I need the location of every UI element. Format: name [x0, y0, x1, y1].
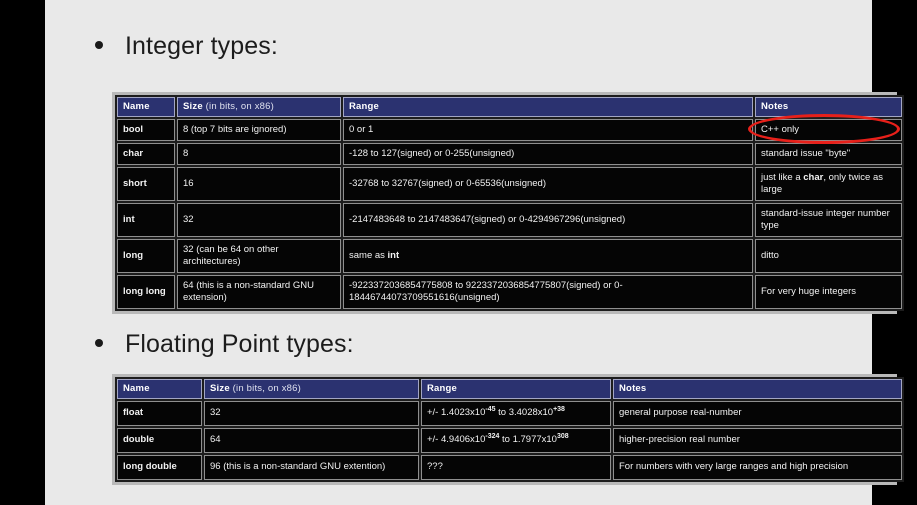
flt-row0-range-lead: +/- 1.4023x10: [427, 407, 486, 419]
floating-point-types-table: Name Size (in bits, on x86) Range Notes …: [112, 374, 904, 485]
flt-row1-notes: higher-precision real number: [613, 427, 902, 453]
flt-row2-notes: For numbers with very large ranges and h…: [613, 454, 902, 480]
slide-canvas: Integer types: Name Size (in bits, on x8…: [45, 0, 904, 505]
flt-row1-range: +/- 4.9406x10-324 to 1.7977x10308: [421, 427, 611, 453]
flt-row1-name: double: [117, 427, 202, 453]
flt-row0-range-mid: to 3.4028x10: [495, 407, 554, 419]
bullet-floating-label: Floating Point types:: [125, 330, 354, 358]
int-row2-notes-bold: char: [803, 172, 824, 183]
int-row2-size: 16: [177, 166, 341, 201]
flt-row0-range: +/- 1.4023x10-45 to 3.4028x10+38: [421, 400, 611, 426]
table-row: char 8 -128 to 127(signed) or 0-255(unsi…: [117, 142, 902, 165]
flt-row0-range-exp1: -45: [485, 406, 496, 414]
table-row: int 32 -2147483648 to 2147483647(signed)…: [117, 202, 902, 237]
table-row: long 32 (can be 64 on other architecture…: [117, 238, 902, 273]
bullet-floating-point-types: Floating Point types:: [95, 330, 354, 359]
int-row2-range: -32768 to 32767(signed) or 0-65536(unsig…: [343, 166, 753, 201]
int-row4-notes: ditto: [755, 238, 902, 273]
table-row: long long 64 (this is a non-standard GNU…: [117, 274, 902, 309]
table-row: long double 96 (this is a non-standard G…: [117, 454, 902, 480]
int-row5-notes: For very huge integers: [755, 274, 902, 309]
bullet-integer-label: Integer types:: [125, 32, 278, 60]
int-row5-range: -9223372036854775808 to 9223372036854775…: [343, 274, 753, 309]
int-header-size: Size (in bits, on x86): [177, 97, 341, 117]
int-row4-name: long: [117, 238, 175, 273]
bullet-dot-icon: [95, 339, 103, 347]
flt-header-size-sub: (in bits, on x86): [232, 383, 302, 394]
int-row0-size: 8 (top 7 bits are ignored): [177, 118, 341, 141]
flt-row1-range-exp2: 308: [556, 433, 569, 441]
int-row2-name: short: [117, 166, 175, 201]
int-row4-range-pre: same as: [349, 249, 388, 261]
flt-header-size-main: Size: [210, 383, 233, 394]
int-row4-range-bold: int: [387, 249, 400, 261]
int-row4-range: same as int: [343, 238, 753, 273]
integer-types-table: Name Size (in bits, on x86) Range Notes …: [112, 92, 904, 314]
int-row2-notes-pre: just like a: [761, 172, 804, 183]
int-row1-size: 8: [177, 142, 341, 165]
table-row: short 16 -32768 to 32767(signed) or 0-65…: [117, 166, 902, 201]
flt-header-range: Range: [421, 379, 611, 399]
flt-row0-range-exp2: +38: [553, 406, 565, 414]
int-header-size-main: Size: [183, 101, 206, 112]
flt-row0-size: 32: [204, 400, 419, 426]
bullet-dot-icon: [95, 41, 103, 49]
flt-row2-name: long double: [117, 454, 202, 480]
int-row1-notes: standard issue "byte": [755, 142, 902, 165]
flt-row1-range-exp1: -324: [485, 433, 500, 441]
int-header-size-sub: (in bits, on x86): [205, 101, 275, 112]
int-row3-size: 32: [177, 202, 341, 237]
flt-row0-notes: general purpose real-number: [613, 400, 902, 426]
flt-row2-range: ???: [421, 454, 611, 480]
flt-row1-range-mid: to 1.7977x10: [499, 434, 557, 446]
table-row: bool 8 (top 7 bits are ignored) 0 or 1 C…: [117, 118, 902, 141]
flt-header-notes: Notes: [613, 379, 902, 399]
table-row: double 64 +/- 4.9406x10-324 to 1.7977x10…: [117, 427, 902, 453]
int-row0-name: bool: [117, 118, 175, 141]
slide-frame: Integer types: Name Size (in bits, on x8…: [0, 0, 917, 505]
int-row2-notes: just like a char, only twice as large: [755, 166, 902, 201]
flt-header-size: Size (in bits, on x86): [204, 379, 419, 399]
int-header-notes: Notes: [755, 97, 902, 117]
flt-row1-size: 64: [204, 427, 419, 453]
int-row0-notes: C++ only: [755, 118, 902, 141]
int-header-range: Range: [343, 97, 753, 117]
int-row3-notes: standard-issue integer number type: [755, 202, 902, 237]
flt-header-name: Name: [117, 379, 202, 399]
flt-row2-size: 96 (this is a non-standard GNU extention…: [204, 454, 419, 480]
flt-row1-range-lead: +/- 4.9406x10: [427, 434, 486, 446]
int-row1-name: char: [117, 142, 175, 165]
int-row5-size: 64 (this is a non-standard GNU extension…: [177, 274, 341, 309]
int-row4-size: 32 (can be 64 on other architectures): [177, 238, 341, 273]
int-row0-range: 0 or 1: [343, 118, 753, 141]
bullet-integer-types: Integer types:: [95, 32, 278, 61]
int-row3-name: int: [117, 202, 175, 237]
int-row1-range: -128 to 127(signed) or 0-255(unsigned): [343, 142, 753, 165]
flt-row0-name: float: [117, 400, 202, 426]
int-row3-range: -2147483648 to 2147483647(signed) or 0-4…: [343, 202, 753, 237]
table-row: float 32 +/- 1.4023x10-45 to 3.4028x10+3…: [117, 400, 902, 426]
int-row5-name: long long: [117, 274, 175, 309]
int-header-name: Name: [117, 97, 175, 117]
